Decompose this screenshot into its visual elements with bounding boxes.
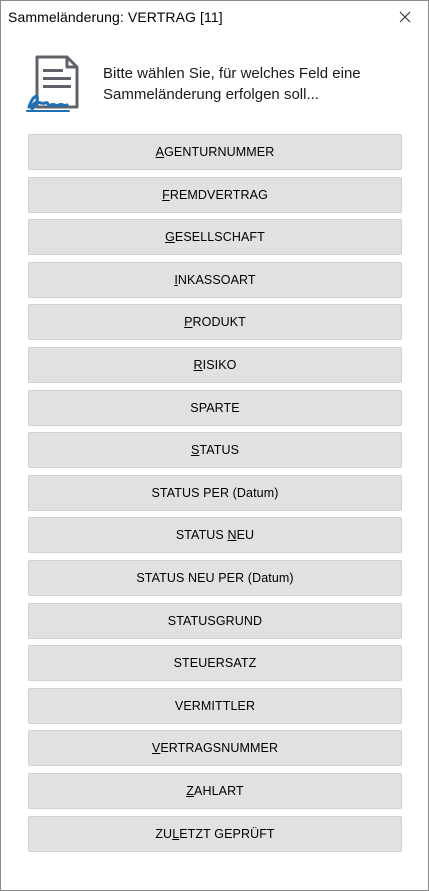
field-button-sparte[interactable]: SPARTE — [28, 389, 402, 426]
field-button-zahlart[interactable]: ZAHLART — [28, 772, 402, 809]
label-suffix: ETZT GEPRÜFT — [179, 826, 275, 841]
close-icon — [399, 11, 411, 23]
access-key-letter: Z — [186, 783, 195, 798]
label-suffix: EU — [236, 528, 255, 543]
label-suffix: REMDVERTRAG — [169, 187, 268, 202]
label-prefix: STATUS PER (Datum) — [151, 485, 279, 500]
field-button-label: ZAHLART — [186, 784, 243, 798]
label-suffix: GENTURNUMMER — [164, 145, 275, 159]
instruction-line-2: Sammeländerung erfolgen soll... — [103, 86, 319, 103]
title-bar[interactable]: Sammeländerung: VERTRAG [11] — [1, 1, 428, 33]
label-prefix: VERMITTLER — [174, 698, 256, 713]
field-button-label: GESELLSCHAFT — [165, 230, 265, 244]
field-button-zuletzt-geprueft[interactable]: ZULETZT GEPRÜFT — [28, 815, 402, 852]
label-prefix: STATUS NEU PER (Datum) — [136, 570, 294, 585]
label-suffix: RODUKT — [192, 315, 246, 330]
field-button-label: ZULETZT GEPRÜFT — [155, 827, 274, 841]
field-button-label: FREMDVERTRAG — [162, 188, 268, 202]
close-button[interactable] — [382, 1, 428, 33]
field-button-agenturnummer[interactable]: AGENTURNUMMER — [28, 134, 402, 170]
label-suffix: AHLART — [194, 783, 244, 798]
field-button-vertragsnummer[interactable]: VERTRAGSNUMMER — [28, 730, 402, 767]
access-key-letter: G — [165, 230, 175, 245]
field-button-label: STATUS PER (Datum) — [151, 486, 278, 500]
signed-document-icon — [26, 55, 79, 112]
label-prefix: STATUSGRUND — [167, 613, 263, 628]
label-prefix: SPARTE — [190, 400, 240, 415]
field-button-label: STATUSGRUND — [168, 614, 262, 628]
label-suffix: ERTRAGSNUMMER — [160, 741, 279, 756]
access-key-letter: P — [184, 315, 193, 330]
field-button-label: STEUERSATZ — [174, 656, 257, 670]
field-button-label: AGENTURNUMMER — [156, 145, 275, 159]
field-button-status[interactable]: STATUS — [28, 432, 402, 469]
field-button-label: SPARTE — [190, 401, 239, 415]
label-suffix: ISIKO — [202, 357, 237, 372]
field-button-gesellschaft[interactable]: GESELLSCHAFT — [28, 219, 402, 256]
field-button-label: INKASSOART — [174, 273, 255, 287]
field-button-label: STATUS NEU — [176, 528, 254, 542]
field-button-status-per-datum[interactable]: STATUS PER (Datum) — [28, 474, 402, 511]
instruction-text: Bitte wählen Sie, für welches Feld eine … — [103, 63, 403, 105]
field-button-steuersatz[interactable]: STEUERSATZ — [28, 645, 402, 682]
field-button-label: RISIKO — [194, 358, 237, 372]
field-button-label: PRODUKT — [184, 315, 246, 329]
access-key-letter: R — [193, 357, 203, 372]
field-button-inkassoart[interactable]: INKASSOART — [28, 261, 402, 298]
instruction-line-1: Bitte wählen Sie, für welches Feld eine — [103, 65, 361, 82]
field-button-risiko[interactable]: RISIKO — [28, 346, 402, 383]
field-button-list: AGENTURNUMMER FREMDVERTRAG GESELLSCHAFT INK… — [28, 134, 402, 858]
access-key-letter: N — [227, 528, 237, 543]
access-key-letter: F — [162, 187, 170, 202]
window-title: Sammeländerung: VERTRAG [11] — [8, 9, 223, 25]
field-button-statusgrund[interactable]: STATUSGRUND — [28, 602, 402, 639]
dialog-window: Sammeländerung: VERTRAG [11] Bitte wähle… — [0, 0, 429, 891]
field-button-label: STATUS — [191, 443, 239, 457]
label-suffix: NKASSOART — [177, 272, 256, 287]
field-button-produkt[interactable]: PRODUKT — [28, 304, 402, 341]
field-button-label: VERTRAGSNUMMER — [152, 741, 278, 755]
label-prefix: ZU — [155, 826, 173, 841]
label-suffix: ESELLSCHAFT — [174, 230, 265, 245]
field-button-status-neu[interactable]: STATUS NEU — [28, 517, 402, 554]
label-suffix: TATUS — [199, 443, 240, 458]
field-button-status-neu-per-datum[interactable]: STATUS NEU PER (Datum) — [28, 559, 402, 596]
dialog-header: Bitte wählen Sie, für welches Feld eine … — [1, 33, 428, 123]
field-button-label: VERMITTLER — [175, 699, 255, 713]
access-key-letter: A — [155, 145, 165, 159]
field-button-vermittler[interactable]: VERMITTLER — [28, 687, 402, 724]
label-prefix: STEUERSATZ — [173, 656, 257, 671]
label-prefix: STATUS — [175, 528, 228, 543]
field-button-fremdvertrag[interactable]: FREMDVERTRAG — [28, 176, 402, 213]
field-button-label: STATUS NEU PER (Datum) — [136, 571, 293, 585]
